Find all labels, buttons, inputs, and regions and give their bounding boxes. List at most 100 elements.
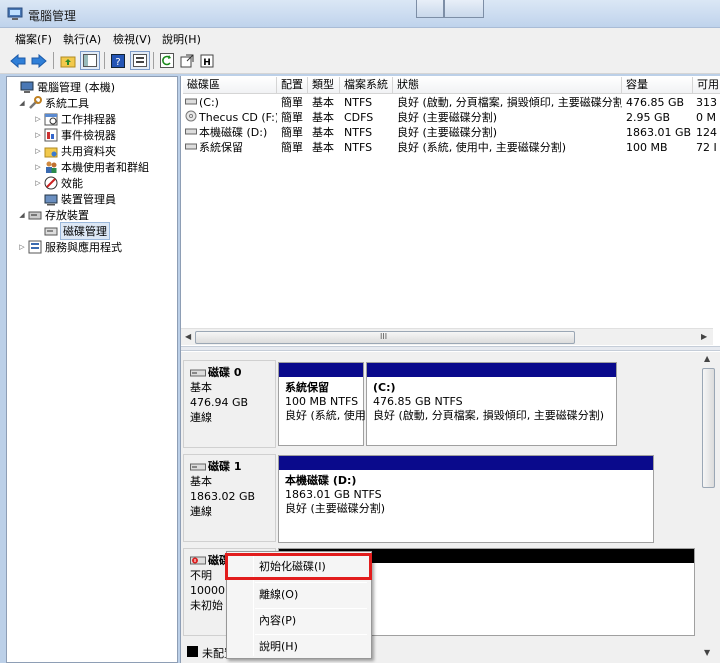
disk-icon <box>190 369 206 376</box>
thumb-grip: III <box>380 332 388 341</box>
help-icon[interactable]: ? <box>108 51 128 70</box>
partition-size: 1863.01 GB NTFS <box>285 488 382 501</box>
collapsed-arrow-icon[interactable]: ▷ <box>33 115 43 123</box>
collapsed-arrow-icon[interactable]: ▷ <box>33 147 43 155</box>
partition-size: 100 MB NTFS <box>285 395 359 408</box>
tree-item-services-apps[interactable]: ▷ 服務與應用程式 <box>17 239 122 255</box>
help-book-icon[interactable]: H <box>197 51 217 70</box>
table-row[interactable]: 本機磁碟 (D:) 簡單 基本 NTFS 良好 (主要磁碟分割) 1863.01… <box>181 125 720 140</box>
tree-item-system-tools[interactable]: ◢ 系統工具 <box>17 95 89 111</box>
disk-0-label[interactable]: 磁碟 0 基本 476.94 GB 連線 <box>183 360 276 448</box>
show-tree-icon[interactable] <box>80 51 100 70</box>
column-header-filesystem[interactable]: 檔案系統 <box>340 77 393 94</box>
disk-name: 磁碟 0 <box>208 366 242 379</box>
tree-item-computer-management[interactable]: 電腦管理 (本機) <box>9 79 115 95</box>
disk-1-label[interactable]: 磁碟 1 基本 1863.02 GB 連線 <box>183 454 276 542</box>
unallocated-swatch <box>187 646 198 657</box>
partition-d[interactable]: 本機磁碟 (D:) 1863.01 GB NTFS 良好 (主要磁碟分割) <box>278 455 654 543</box>
cell-type: 基本 <box>312 141 334 154</box>
column-header-volume[interactable]: 磁碟區 <box>183 77 277 94</box>
partition-c[interactable]: (C:) 476.85 GB NTFS 良好 (啟動, 分頁檔案, 損毀傾印, … <box>366 362 617 446</box>
menu-item-help[interactable]: 說明(H) <box>229 636 369 658</box>
menu-bar: 檔案(F) 執行(A) 檢視(V) 說明(H) <box>0 28 720 48</box>
cell-layout: 簡單 <box>281 141 303 154</box>
cell-layout: 簡單 <box>281 96 303 109</box>
scrollbar-thumb[interactable]: III <box>195 331 575 344</box>
menu-action[interactable]: 執行(A) <box>63 31 101 47</box>
scroll-left-icon[interactable]: ◀ <box>185 332 191 341</box>
disk-icon <box>190 463 206 470</box>
up-folder-icon[interactable] <box>58 51 78 70</box>
export-icon[interactable] <box>177 51 197 70</box>
tree-item-performance[interactable]: ▷ 效能 <box>33 175 83 191</box>
scroll-up-icon[interactable]: ▲ <box>704 354 710 363</box>
partition-status: 良好 (啟動, 分頁檔案, 損毀傾印, 主要磁碟分割) <box>373 409 605 422</box>
tree-label: 存放裝置 <box>45 209 89 222</box>
column-header-type[interactable]: 類型 <box>308 77 340 94</box>
column-header-status[interactable]: 狀態 <box>393 77 622 94</box>
partition-status: 良好 (主要磁碟分割) <box>285 502 386 515</box>
tree-item-storage[interactable]: ◢ 存放裝置 <box>17 207 89 223</box>
forward-icon[interactable] <box>29 51 49 70</box>
tree-label: 事件檢視器 <box>61 129 116 142</box>
disk-type: 基本 <box>190 475 212 488</box>
performance-icon <box>43 176 58 190</box>
cell-capacity: 2.95 GB <box>626 111 671 124</box>
scroll-right-icon[interactable]: ▶ <box>701 332 707 341</box>
menu-view[interactable]: 檢視(V) <box>113 31 151 47</box>
column-header-layout[interactable]: 配置 <box>277 77 308 94</box>
menu-separator <box>255 582 367 583</box>
tree-item-shared-folders[interactable]: ▷ 共用資料夾 <box>33 143 116 159</box>
restore-button[interactable] <box>416 0 444 18</box>
horizontal-scrollbar[interactable]: ◀ III ▶ <box>181 328 713 345</box>
partition-bar <box>279 363 363 377</box>
menu-item-offline[interactable]: 離線(O) <box>229 584 369 606</box>
expanded-arrow-icon[interactable]: ◢ <box>17 99 27 107</box>
menu-help[interactable]: 說明(H) <box>162 31 201 47</box>
partition-system-reserved[interactable]: 系統保留 100 MB NTFS 良好 (系統, 使用 <box>278 362 366 446</box>
partition-bar <box>279 456 653 470</box>
cell-free: 124 <box>696 126 717 139</box>
collapsed-arrow-icon[interactable]: ▷ <box>33 131 43 139</box>
collapsed-arrow-icon[interactable]: ▷ <box>17 243 27 251</box>
table-row[interactable]: (C:) 簡單 基本 NTFS 良好 (啟動, 分頁檔案, 損毀傾印, 主要磁碟… <box>181 95 720 110</box>
column-header-free[interactable]: 可用 <box>693 77 720 94</box>
menu-file[interactable]: 檔案(F) <box>15 31 52 47</box>
pane-splitter[interactable] <box>181 346 720 351</box>
partition-name: 系統保留 <box>285 381 329 394</box>
partition-name: 本機磁碟 (D:) <box>285 474 357 487</box>
disk-error-icon <box>190 556 206 565</box>
menu-item-properties[interactable]: 內容(P) <box>229 610 369 632</box>
expanded-arrow-icon[interactable]: ◢ <box>17 211 27 219</box>
table-row[interactable]: Thecus CD (F:) 簡單 基本 CDFS 良好 (主要磁碟分割) 2.… <box>181 110 720 125</box>
close-button[interactable] <box>444 0 484 18</box>
table-row[interactable]: 系統保留 簡單 基本 NTFS 良好 (系統, 使用中, 主要磁碟分割) 100… <box>181 140 720 155</box>
tree-item-disk-management[interactable]: 磁碟管理 <box>33 222 110 240</box>
collapsed-arrow-icon[interactable]: ▷ <box>33 163 43 171</box>
cell-layout: 簡單 <box>281 126 303 139</box>
tree-item-task-scheduler[interactable]: ▷ 工作排程器 <box>33 111 116 127</box>
properties-icon[interactable] <box>130 51 150 70</box>
scrollbar-thumb[interactable] <box>702 368 715 488</box>
column-header-capacity[interactable]: 容量 <box>622 77 693 94</box>
back-icon[interactable] <box>8 51 28 70</box>
scroll-down-icon[interactable]: ▼ <box>704 648 710 657</box>
cell-volume: Thecus CD (F:) <box>199 111 277 124</box>
tree-item-local-users-groups[interactable]: ▷ 本機使用者和群組 <box>33 159 149 175</box>
shared-folder-icon <box>43 144 58 158</box>
tree-item-device-manager[interactable]: 裝置管理員 <box>33 191 116 207</box>
cell-filesystem: NTFS <box>344 96 373 109</box>
disk-management-icon <box>43 224 58 238</box>
vertical-scrollbar[interactable]: ▲ ▼ <box>700 352 717 663</box>
tools-icon <box>27 96 42 110</box>
menu-separator <box>255 608 367 609</box>
partition-name: (C:) <box>373 381 396 394</box>
cell-volume: (C:) <box>199 96 219 109</box>
partition-bar <box>367 363 616 377</box>
refresh-icon[interactable] <box>157 51 177 70</box>
tree-item-event-viewer[interactable]: ▷ 事件檢視器 <box>33 127 116 143</box>
event-viewer-icon <box>43 128 58 142</box>
partition-size: 476.85 GB NTFS <box>373 395 463 408</box>
collapsed-arrow-icon[interactable]: ▷ <box>33 179 43 187</box>
window-title: 電腦管理 <box>28 9 77 23</box>
